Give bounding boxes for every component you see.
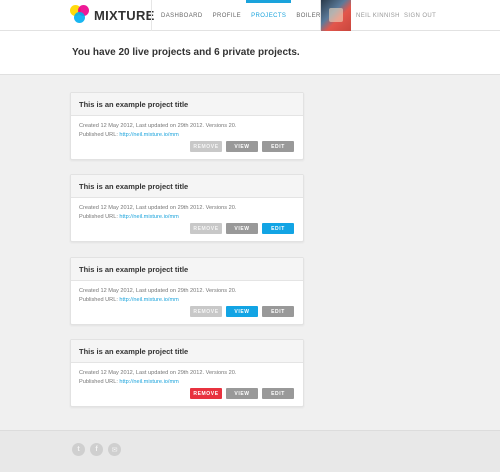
project-title: This is an example project title — [79, 100, 189, 109]
project-details: Created 12 May 2012, Last updated on 29t… — [71, 281, 303, 305]
published-url-label: Published URL: — [79, 214, 120, 220]
view-button[interactable]: VIEW — [226, 141, 258, 152]
published-url-label: Published URL: — [79, 132, 120, 138]
project-card-header: This is an example project title — [71, 340, 303, 363]
nav-projects[interactable]: PROJECTS — [246, 0, 292, 31]
nav-profile[interactable]: PROFILE — [208, 0, 246, 31]
social-links: t f ✉ — [72, 443, 121, 456]
edit-button[interactable]: EDIT — [262, 388, 294, 399]
project-meta: Created 12 May 2012, Last updated on 29t… — [79, 123, 237, 129]
top-header: MIXTURE DASHBOARD PROFILE PROJECTS BOILE… — [0, 0, 500, 31]
published-url-label: Published URL: — [79, 379, 120, 385]
project-card-header: This is an example project title — [71, 258, 303, 281]
remove-button: REMOVE — [190, 306, 222, 317]
twitter-icon[interactable]: t — [72, 443, 85, 456]
project-title: This is an example project title — [79, 182, 189, 191]
nav-dashboard[interactable]: DASHBOARD — [151, 0, 208, 31]
project-card: This is an example project title Created… — [70, 339, 304, 407]
user-name-link[interactable]: NEIL KINNISH — [356, 0, 400, 31]
mixture-logo-icon — [70, 5, 92, 25]
project-details: Created 12 May 2012, Last updated on 29t… — [71, 198, 303, 222]
project-meta: Created 12 May 2012, Last updated on 29t… — [79, 370, 237, 376]
project-details: Created 12 May 2012, Last updated on 29t… — [71, 363, 303, 387]
project-card-header: This is an example project title — [71, 175, 303, 198]
project-card: This is an example project title Created… — [70, 174, 304, 242]
view-button[interactable]: VIEW — [226, 223, 258, 234]
brand-name: MIXTURE — [94, 8, 155, 23]
sign-out-link[interactable]: SIGN OUT — [404, 0, 436, 31]
project-card: This is an example project title Created… — [70, 92, 304, 160]
edit-button[interactable]: EDIT — [262, 306, 294, 317]
view-button[interactable]: VIEW — [226, 306, 258, 317]
project-title: This is an example project title — [79, 265, 189, 274]
project-card: This is an example project title Created… — [70, 257, 304, 325]
project-meta: Created 12 May 2012, Last updated on 29t… — [79, 205, 237, 211]
published-url-link[interactable]: http://neil.mixture.io/mm — [119, 132, 178, 138]
published-url-link[interactable]: http://neil.mixture.io/mm — [119, 379, 178, 385]
project-details: Created 12 May 2012, Last updated on 29t… — [71, 116, 303, 140]
footer: t f ✉ — [0, 430, 500, 472]
project-title: This is an example project title — [79, 347, 189, 356]
published-url-label: Published URL: — [79, 297, 120, 303]
remove-button[interactable]: REMOVE — [190, 388, 222, 399]
view-button[interactable]: VIEW — [226, 388, 258, 399]
email-icon[interactable]: ✉ — [108, 443, 121, 456]
project-card-header: This is an example project title — [71, 93, 303, 116]
facebook-icon[interactable]: f — [90, 443, 103, 456]
summary-band: You have 20 live projects and 6 private … — [0, 31, 500, 75]
project-meta: Created 12 May 2012, Last updated on 29t… — [79, 288, 237, 294]
remove-button: REMOVE — [190, 141, 222, 152]
project-summary: You have 20 live projects and 6 private … — [72, 47, 300, 58]
published-url-link[interactable]: http://neil.mixture.io/mm — [119, 297, 178, 303]
edit-button[interactable]: EDIT — [262, 141, 294, 152]
remove-button: REMOVE — [190, 223, 222, 234]
published-url-link[interactable]: http://neil.mixture.io/mm — [119, 214, 178, 220]
edit-button[interactable]: EDIT — [262, 223, 294, 234]
mixture-logo[interactable]: MIXTURE — [70, 5, 154, 25]
avatar[interactable] — [320, 0, 351, 31]
